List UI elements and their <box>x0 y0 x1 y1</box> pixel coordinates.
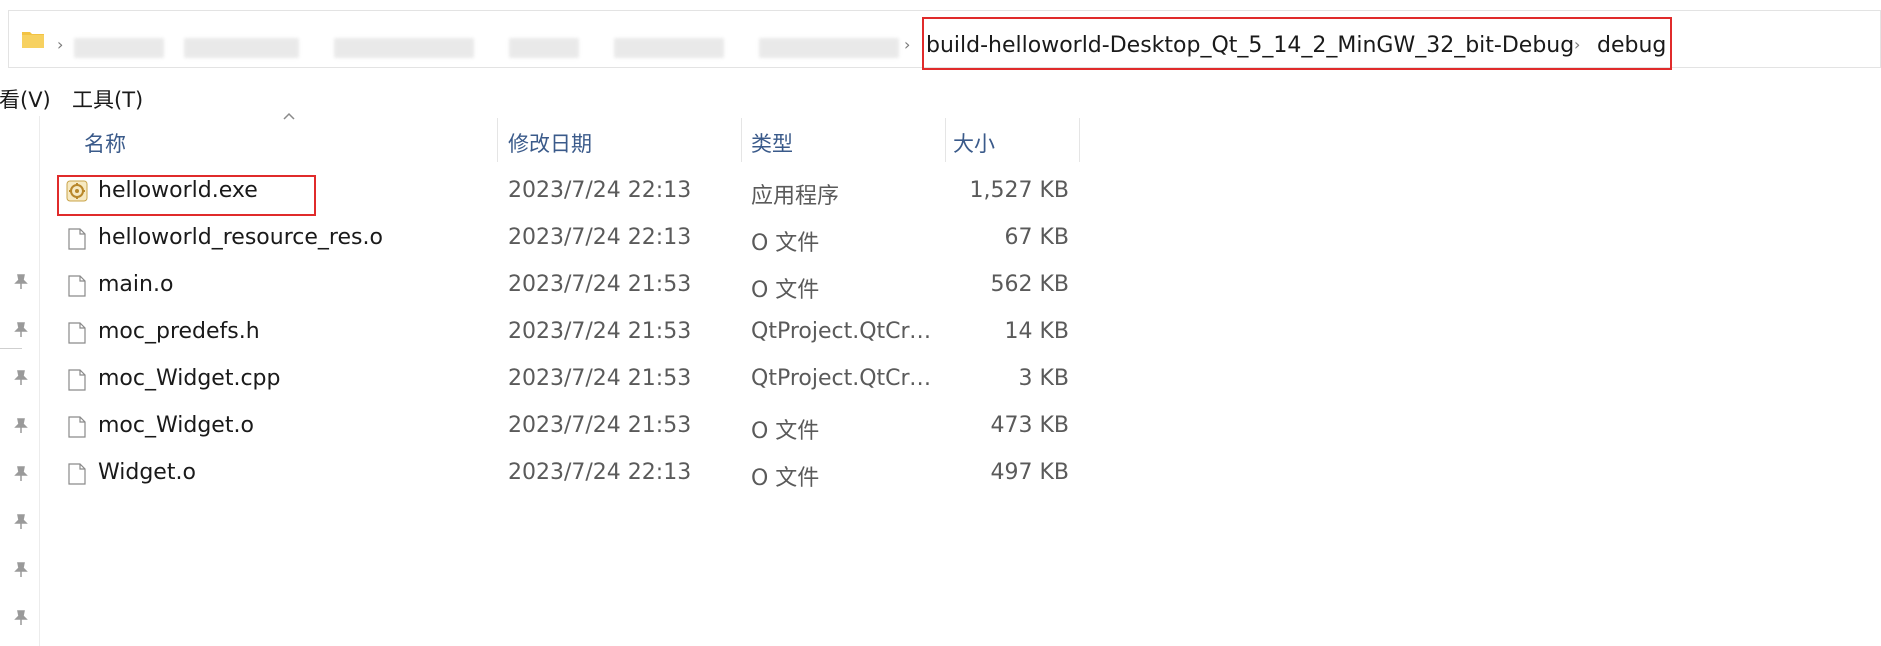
column-header-size[interactable]: 大小 <box>953 128 995 158</box>
breadcrumb-redacted[interactable] <box>334 38 474 58</box>
breadcrumb-separator: › <box>904 35 911 54</box>
file-type: O 文件 <box>751 466 820 491</box>
file-name[interactable]: helloworld_resource_res.o <box>98 225 383 250</box>
breadcrumb-redacted[interactable] <box>74 38 164 58</box>
file-icon <box>68 416 86 438</box>
pin-icon[interactable] <box>14 322 28 338</box>
file-size: 497 KB <box>990 460 1069 485</box>
file-modified: 2023/7/24 21:53 <box>508 319 692 344</box>
folder-icon <box>22 32 44 48</box>
file-name[interactable]: moc_predefs.h <box>98 319 260 344</box>
file-icon <box>68 369 86 391</box>
pin-icon[interactable] <box>14 562 28 578</box>
file-name[interactable]: Widget.o <box>98 460 196 485</box>
file-icon <box>68 463 86 485</box>
file-size: 3 KB <box>1018 366 1069 391</box>
file-modified: 2023/7/24 22:13 <box>508 178 692 203</box>
pin-icon[interactable] <box>14 610 28 626</box>
file-type: QtProject.QtCre... <box>751 319 941 344</box>
file-size: 562 KB <box>990 272 1069 297</box>
file-modified: 2023/7/24 22:13 <box>508 225 692 250</box>
pin-icon[interactable] <box>14 418 28 434</box>
file-size: 1,527 KB <box>969 178 1070 203</box>
file-row[interactable]: main.o 2023/7/24 21:53 O 文件 562 KB <box>40 263 1080 310</box>
file-modified: 2023/7/24 21:53 <box>508 366 692 391</box>
breadcrumb-redacted[interactable] <box>509 38 579 58</box>
file-row[interactable]: helloworld_resource_res.o 2023/7/24 22:1… <box>40 216 1080 263</box>
file-icon <box>68 275 86 297</box>
nav-divider <box>0 348 22 349</box>
annotation-highlight-exe <box>57 175 316 216</box>
column-header-modified[interactable]: 修改日期 <box>508 128 592 158</box>
column-divider[interactable] <box>1079 118 1080 162</box>
file-name[interactable]: main.o <box>98 272 173 297</box>
breadcrumb-redacted[interactable] <box>614 38 724 58</box>
breadcrumb-redacted[interactable] <box>184 38 299 58</box>
file-modified: 2023/7/24 21:53 <box>508 272 692 297</box>
file-size: 14 KB <box>1004 319 1069 344</box>
column-divider[interactable] <box>945 118 946 162</box>
file-modified: 2023/7/24 21:53 <box>508 413 692 438</box>
file-type: O 文件 <box>751 231 820 256</box>
file-name[interactable]: moc_Widget.cpp <box>98 366 280 391</box>
file-size: 67 KB <box>1004 225 1069 250</box>
pin-icon[interactable] <box>14 466 28 482</box>
file-type: O 文件 <box>751 419 820 444</box>
file-row[interactable]: moc_Widget.cpp 2023/7/24 21:53 QtProject… <box>40 357 1080 404</box>
file-modified: 2023/7/24 22:13 <box>508 460 692 485</box>
file-icon <box>68 322 86 344</box>
file-size: 473 KB <box>990 413 1069 438</box>
file-name[interactable]: moc_Widget.o <box>98 413 254 438</box>
menu-tools[interactable]: 工具(T) <box>72 84 143 114</box>
file-row[interactable]: Widget.o 2023/7/24 22:13 O 文件 497 KB <box>40 451 1080 498</box>
file-type: QtProject.QtCre... <box>751 366 941 391</box>
column-header-row: 名称 修改日期 类型 大小 <box>40 118 1080 163</box>
column-divider[interactable] <box>497 118 498 162</box>
breadcrumb-redacted[interactable] <box>759 38 899 58</box>
breadcrumb-separator: › <box>57 35 64 54</box>
file-row[interactable]: moc_Widget.o 2023/7/24 21:53 O 文件 473 KB <box>40 404 1080 451</box>
column-divider[interactable] <box>741 118 742 162</box>
file-type: O 文件 <box>751 278 820 303</box>
column-header-type[interactable]: 类型 <box>751 128 793 158</box>
file-row[interactable]: moc_predefs.h 2023/7/24 21:53 QtProject.… <box>40 310 1080 357</box>
pin-icon[interactable] <box>14 514 28 530</box>
annotation-highlight-path <box>922 17 1672 70</box>
pin-icon[interactable] <box>14 370 28 386</box>
column-header-name[interactable]: 名称 <box>84 128 126 158</box>
menu-view[interactable]: 查看(V) <box>0 84 51 114</box>
file-icon <box>68 228 86 250</box>
pin-icon[interactable] <box>14 274 28 290</box>
file-type: 应用程序 <box>751 184 840 209</box>
navigation-pane[interactable] <box>0 116 40 646</box>
